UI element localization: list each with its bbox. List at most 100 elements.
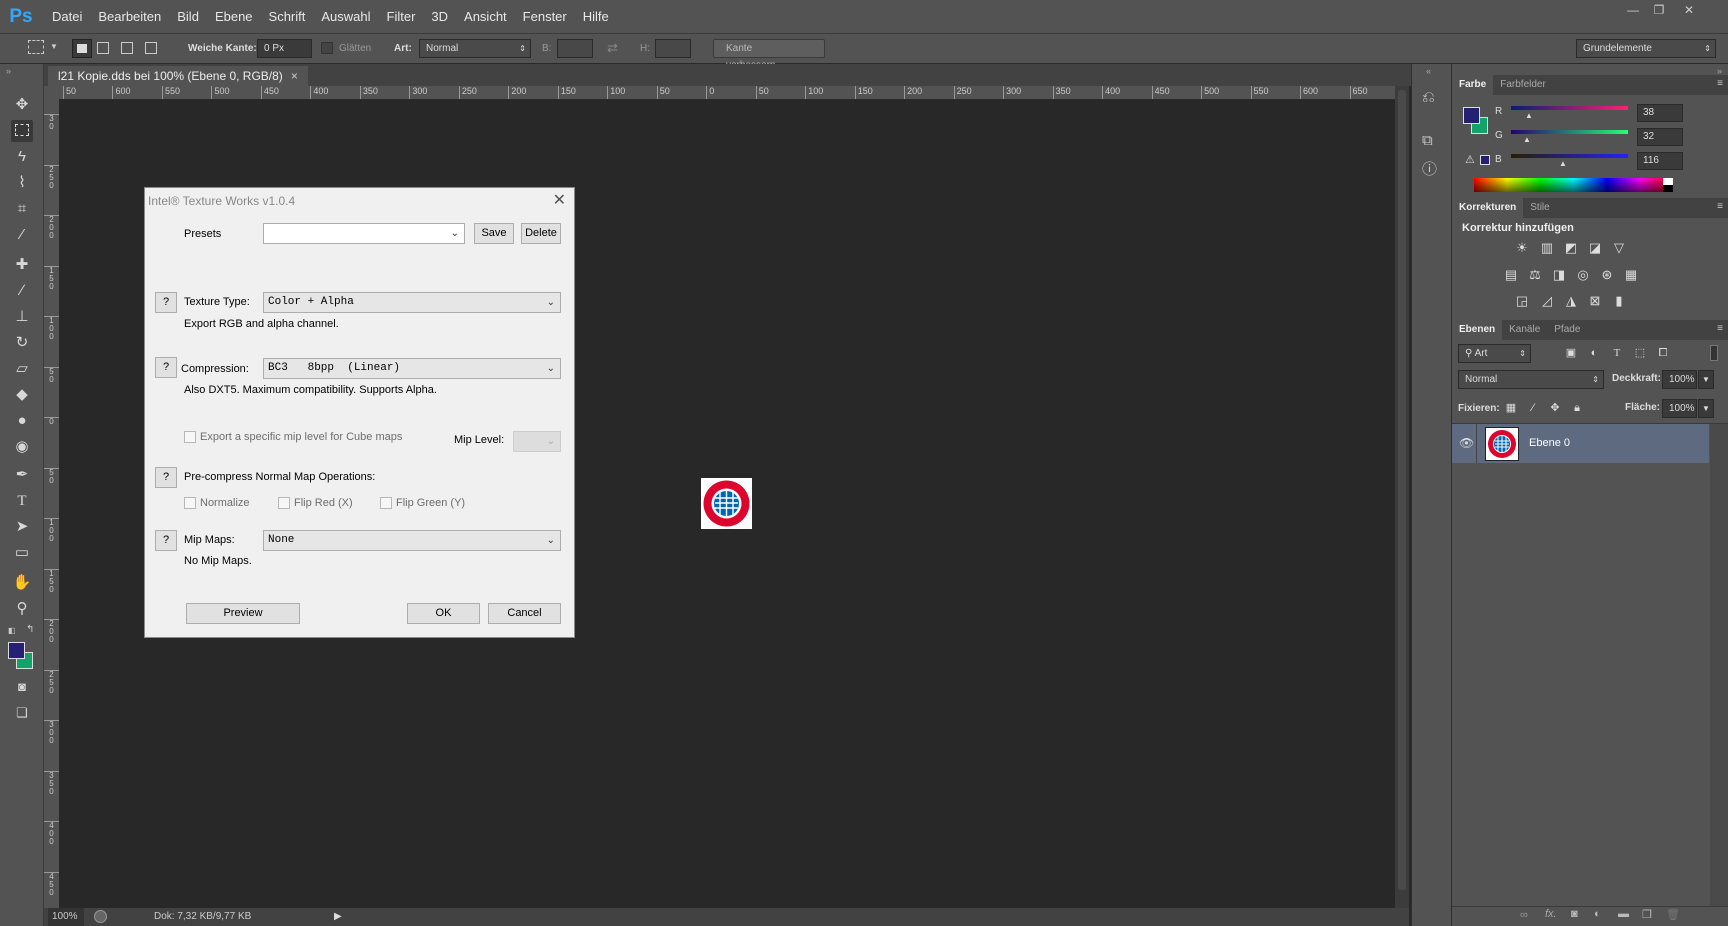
tab-color[interactable]: Farbe	[1452, 75, 1494, 95]
layer-thumbnail[interactable]	[1485, 427, 1519, 461]
menu-9[interactable]: Fenster	[515, 0, 575, 33]
threshold-icon[interactable]: ◮	[1562, 292, 1580, 310]
channel-mixer-icon[interactable]: ⊛	[1598, 266, 1616, 284]
layer-name[interactable]: Ebene 0	[1529, 437, 1570, 449]
layer-filter-select[interactable]: ⚲ Art ⇕	[1458, 344, 1531, 363]
blur-tool-icon[interactable]: ●	[11, 410, 33, 432]
brush-tool-icon[interactable]: ∕	[11, 280, 33, 302]
eye-icon[interactable]: 👁︎	[1459, 436, 1474, 450]
gradient-map-icon[interactable]: ▮	[1610, 292, 1628, 310]
compression-help-button[interactable]: ?	[155, 357, 177, 378]
delete-layer-icon[interactable]: 🗑︎	[1666, 908, 1680, 921]
color-lookup-icon[interactable]: ▦	[1622, 266, 1640, 284]
history-panel-icon[interactable]: ⎌	[1422, 89, 1435, 107]
blue-slider[interactable]	[1511, 154, 1628, 158]
add-mask-icon[interactable]: ◙	[1571, 908, 1578, 920]
filter-type-icon[interactable]: T	[1608, 344, 1626, 362]
color-balance-icon[interactable]: ⚖	[1526, 266, 1544, 284]
normalize-checkbox[interactable]: Normalize	[184, 497, 250, 509]
info-panel-icon[interactable]: ⓘ	[1422, 158, 1437, 179]
normal-map-help-button[interactable]: ?	[155, 467, 177, 488]
quick-selection-tool-icon[interactable]: ⌇	[11, 172, 33, 194]
menu-6[interactable]: Filter	[379, 0, 424, 33]
export-mip-checkbox[interactable]: Export a specific mip level for Cube map…	[184, 431, 402, 443]
eyedropper-tool-icon[interactable]: ⁄	[11, 224, 33, 246]
zoom-field[interactable]: 100%	[48, 908, 84, 926]
black-swatch[interactable]	[1663, 185, 1673, 192]
red-value-input[interactable]: 38	[1637, 104, 1683, 122]
fill-input[interactable]: 100%	[1662, 399, 1697, 418]
status-icon[interactable]	[94, 910, 107, 923]
swap-dimensions-icon[interactable]: ⇄	[607, 40, 618, 56]
menu-3[interactable]: Ebene	[207, 0, 261, 33]
paint-bucket-tool-icon[interactable]: ◆	[11, 384, 33, 406]
new-group-icon[interactable]: ▬	[1618, 908, 1629, 920]
hue-saturation-icon[interactable]: ▤	[1502, 266, 1520, 284]
opacity-dropdown-icon[interactable]: ▼	[1698, 370, 1714, 389]
minimize-button[interactable]: —	[1620, 2, 1646, 18]
filter-pixel-icon[interactable]: ▣	[1562, 344, 1580, 362]
black-white-icon[interactable]: ◨	[1550, 266, 1568, 284]
presets-select[interactable]: ⌄	[263, 223, 465, 244]
cancel-button[interactable]: Cancel	[488, 603, 561, 624]
menu-8[interactable]: Ansicht	[456, 0, 515, 33]
feather-input[interactable]: 0 Px	[257, 39, 312, 58]
panel-menu-icon[interactable]: ≡	[1717, 201, 1723, 212]
refine-edge-button[interactable]: Kante verbessern...	[713, 39, 825, 71]
blend-mode-select[interactable]: Normal ⇕	[1458, 370, 1604, 389]
history-brush-tool-icon[interactable]: ↻	[11, 332, 33, 354]
foreground-color-swatch[interactable]	[8, 642, 25, 659]
vertical-scrollbar[interactable]	[1395, 86, 1409, 908]
height-input[interactable]	[655, 39, 691, 58]
foreground-color-swatch[interactable]	[1463, 107, 1480, 124]
gamut-warning-icon[interactable]: ⚠	[1465, 153, 1475, 166]
exposure-icon[interactable]: ◪	[1586, 239, 1604, 257]
opacity-input[interactable]: 100%	[1662, 370, 1697, 389]
red-slider-handle[interactable]: ▲	[1525, 111, 1533, 120]
rectangular-marquee-tool-icon[interactable]	[11, 120, 33, 142]
flip-green-checkbox[interactable]: Flip Green (Y)	[380, 497, 465, 509]
levels-icon[interactable]: ▥	[1538, 239, 1556, 257]
lasso-tool-icon[interactable]: ϟ	[11, 146, 33, 168]
menu-0[interactable]: Datei	[44, 0, 90, 33]
brightness-contrast-icon[interactable]: ☀	[1513, 239, 1531, 257]
rectangle-tool-icon[interactable]: ▭	[11, 542, 33, 564]
tab-adjustments[interactable]: Korrekturen	[1452, 198, 1524, 218]
fill-dropdown-icon[interactable]: ▼	[1698, 399, 1714, 418]
type-tool-icon[interactable]: T	[11, 490, 33, 512]
menu-7[interactable]: 3D	[423, 0, 456, 33]
menu-4[interactable]: Schrift	[261, 0, 314, 33]
crop-tool-icon[interactable]: ⌗	[11, 198, 33, 220]
green-value-input[interactable]: 32	[1637, 128, 1683, 146]
new-adjustment-layer-icon[interactable]: ◐	[1594, 908, 1601, 920]
tab-layers[interactable]: Ebenen	[1452, 320, 1503, 340]
texture-type-help-button[interactable]: ?	[155, 292, 177, 313]
subtract-selection-icon[interactable]	[121, 42, 133, 54]
pen-tool-icon[interactable]: ✒	[11, 464, 33, 486]
menu-1[interactable]: Bearbeiten	[90, 0, 169, 33]
intersect-selection-icon[interactable]	[145, 42, 157, 54]
properties-panel-icon[interactable]: ⧉	[1422, 132, 1433, 149]
style-select[interactable]: Normal ⇕	[419, 39, 531, 58]
green-slider-handle[interactable]: ▲	[1523, 135, 1531, 144]
new-layer-icon[interactable]: ❐	[1642, 908, 1652, 921]
hand-tool-icon[interactable]: ✋	[11, 572, 33, 594]
vibrance-icon[interactable]: ▽	[1610, 239, 1628, 257]
panel-menu-icon[interactable]: ≡	[1717, 323, 1723, 334]
close-tab-icon[interactable]: ×	[291, 69, 298, 83]
new-selection-icon[interactable]	[72, 39, 92, 58]
filter-smartobject-icon[interactable]: ⧠	[1654, 344, 1672, 362]
tab-paths[interactable]: Pfade	[1547, 320, 1587, 340]
maximize-button[interactable]: ❐	[1646, 2, 1672, 18]
red-slider[interactable]	[1511, 106, 1628, 110]
lock-image-icon[interactable]: ∕	[1524, 399, 1542, 417]
clone-stamp-tool-icon[interactable]: ⊥	[11, 306, 33, 328]
green-slider[interactable]	[1511, 130, 1628, 134]
selective-color-icon[interactable]: ⊠	[1586, 292, 1604, 310]
layers-scrollbar[interactable]	[1710, 424, 1728, 924]
document-tab[interactable]: l21 Kopie.dds bei 100% (Ebene 0, RGB/8) ×	[48, 66, 308, 86]
color-spectrum[interactable]	[1474, 178, 1673, 192]
gamut-swatch[interactable]	[1480, 155, 1490, 165]
fx-icon[interactable]: fx.	[1545, 908, 1557, 920]
lock-transparent-icon[interactable]: ▦	[1502, 399, 1520, 417]
